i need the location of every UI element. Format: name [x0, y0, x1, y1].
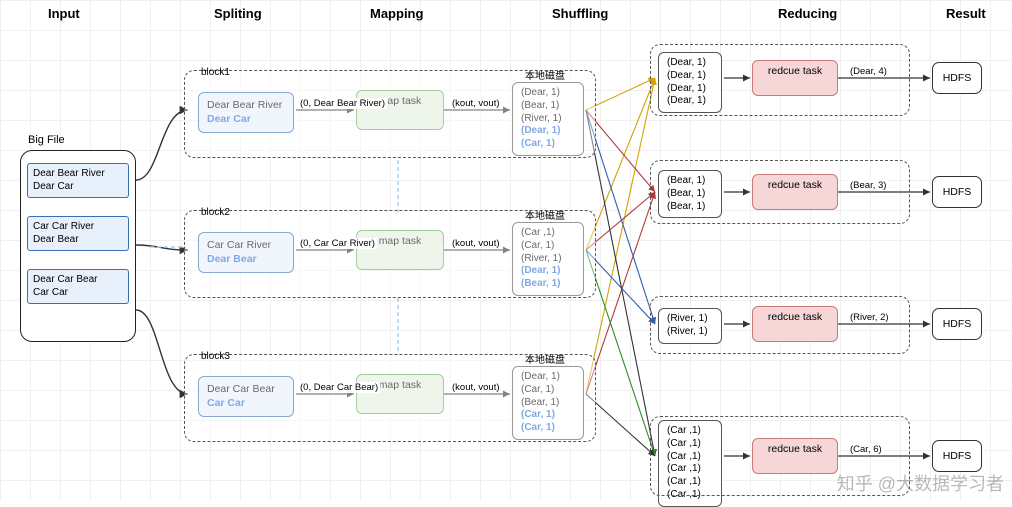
map-in-3: (0, Dear Car Bear)	[298, 382, 380, 393]
stage-shuffling: Shuffling	[552, 6, 608, 21]
bigfile-box: Dear Bear River Dear Car Car Car River D…	[20, 150, 136, 342]
reduce-out-dear: (Dear, 4)	[848, 66, 889, 77]
localdisk-label: 本地磁盘	[525, 207, 565, 222]
block1-name: block1	[199, 67, 232, 78]
hdfs-dear: HDFS	[932, 62, 982, 94]
block3-group: block3 本地磁盘	[184, 354, 596, 442]
watermark: 知乎 @大数据学习者	[837, 470, 1004, 496]
map-in-2: (0, Car Car River)	[298, 238, 377, 249]
bigfile-label: Big File	[28, 134, 65, 146]
map-out-2: (kout, vout)	[450, 238, 502, 249]
map-in-1: (0, Dear Bear River)	[298, 98, 387, 109]
reduce-group-river	[650, 296, 910, 354]
map-out-3: (kout, vout)	[450, 382, 502, 393]
stage-splitting: Spliting	[214, 6, 262, 21]
reduce-group-dear	[650, 44, 910, 116]
stage-mapping: Mapping	[370, 6, 423, 21]
block2-group: block2 本地磁盘	[184, 210, 596, 298]
file-slice: Dear Car Bear Car Car	[27, 269, 129, 304]
reduce-out-river: (River, 2)	[848, 312, 891, 323]
map-out-1: (kout, vout)	[450, 98, 502, 109]
reduce-out-bear: (Bear, 3)	[848, 180, 888, 191]
localdisk-label: 本地磁盘	[525, 351, 565, 366]
stage-result: Result	[946, 6, 986, 21]
reduce-group-bear	[650, 160, 910, 224]
file-slice: Car Car River Dear Bear	[27, 216, 129, 251]
block2-name: block2	[199, 207, 232, 218]
hdfs-bear: HDFS	[932, 176, 982, 208]
reduce-out-car: (Car, 6)	[848, 444, 884, 455]
stage-input: Input	[48, 6, 80, 21]
block1-group: block1 本地磁盘	[184, 70, 596, 158]
stage-reducing: Reducing	[778, 6, 837, 21]
localdisk-label: 本地磁盘	[525, 67, 565, 82]
file-slice: Dear Bear River Dear Car	[27, 163, 129, 198]
hdfs-river: HDFS	[932, 308, 982, 340]
block3-name: block3	[199, 351, 232, 362]
hdfs-car: HDFS	[932, 440, 982, 472]
